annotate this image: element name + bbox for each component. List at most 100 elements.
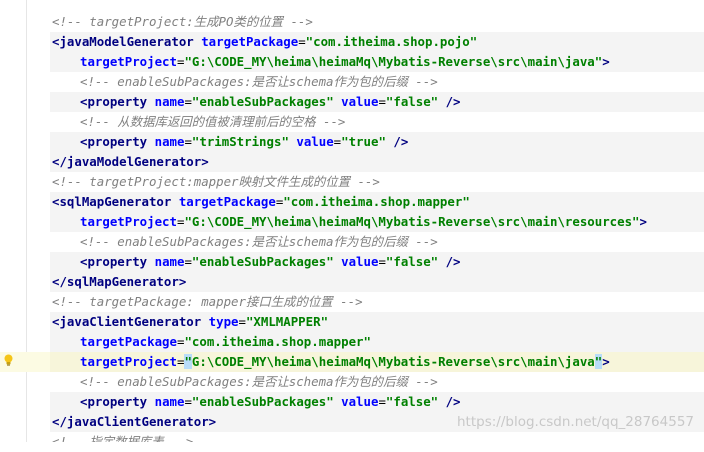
code-token: type: [208, 314, 239, 329]
code-token: =: [184, 394, 192, 409]
code-line-text: targetProject="G:\CODE_MY\heima\heimaMq\…: [80, 212, 647, 232]
code-line-text: <!-- 从数据库返回的值被清理前后的空格 -->: [80, 112, 345, 132]
code-line[interactable]: </javaModelGenerator>: [0, 152, 704, 172]
code-line-text: <!-- targetProject:生成PO类的位置 -->: [52, 12, 313, 32]
code-token: value: [341, 394, 379, 409]
code-token: <!-- enableSubPackages:是否让schema作为包的后缀 -…: [80, 374, 438, 389]
code-line-text: <property name="enableSubPackages" value…: [80, 252, 461, 272]
code-token: "enableSubPackages": [191, 94, 342, 109]
code-line[interactable]: targetProject="G:\CODE_MY\heima\heimaMq\…: [0, 52, 704, 72]
code-token: =: [298, 34, 306, 49]
code-token: "false": [385, 394, 446, 409]
code-token: <javaModelGenerator: [52, 34, 202, 49]
code-token: targetPackage: [201, 34, 299, 49]
code-line-text: <property name="enableSubPackages" value…: [80, 92, 461, 112]
code-lines[interactable]: <!-- targetProject:生成PO类的位置 --> <javaMode…: [0, 12, 704, 452]
code-token: =: [184, 254, 192, 269]
code-line-text: <javaModelGenerator targetPackage="com.i…: [52, 32, 477, 52]
watermark: https://blog.csdn.net/qq_28764557: [456, 414, 694, 430]
code-line[interactable]: targetPackage="com.itheima.shop.mapper": [0, 332, 704, 352]
lightbulb-icon[interactable]: [3, 354, 14, 366]
code-line[interactable]: <property name="enableSubPackages" value…: [0, 252, 704, 272]
code-line[interactable]: <!-- 指定数据库表 -->: [0, 432, 704, 442]
code-line[interactable]: <!-- enableSubPackages:是否让schema作为包的后缀 -…: [0, 72, 704, 92]
code-line-text: <!-- targetPackage: mapper接口生成的位置 -->: [52, 292, 363, 312]
code-token: value: [296, 134, 334, 149]
code-token: <javaClientGenerator: [52, 314, 209, 329]
code-token: <property: [80, 254, 155, 269]
code-token: >: [602, 54, 610, 69]
code-token: <property: [80, 394, 155, 409]
code-token: "false": [385, 94, 446, 109]
code-token: />: [393, 134, 409, 149]
code-token: =: [378, 394, 386, 409]
code-line[interactable]: <sqlMapGenerator targetPackage="com.ithe…: [0, 192, 704, 212]
code-line-text: <property name="enableSubPackages" value…: [80, 392, 461, 412]
code-token: <!-- enableSubPackages:是否让schema作为包的后缀 -…: [80, 74, 438, 89]
code-line[interactable]: targetProject="G:\CODE_MY\heima\heimaMq\…: [0, 212, 704, 232]
code-line[interactable]: <property name="trimStrings" value="true…: [0, 132, 704, 152]
code-line[interactable]: </sqlMapGenerator>: [0, 272, 704, 292]
code-token: </javaClientGenerator>: [52, 414, 217, 429]
code-line[interactable]: <javaModelGenerator targetPackage="com.i…: [0, 32, 704, 52]
code-line-text: </javaModelGenerator>: [52, 152, 209, 172]
code-token: "enableSubPackages": [191, 394, 342, 409]
code-token: <!-- targetProject:mapper映射文件生成的位置 -->: [52, 174, 380, 189]
code-token: "com.itheima.shop.mapper": [184, 334, 371, 349]
code-token: <!-- 从数据库返回的值被清理前后的空格 -->: [80, 114, 346, 129]
code-line-text: </javaClientGenerator>: [52, 412, 216, 432]
code-editor[interactable]: <!-- targetProject:生成PO类的位置 --> <javaMode…: [0, 0, 704, 442]
code-line[interactable]: <!-- enableSubPackages:是否让schema作为包的后缀 -…: [0, 232, 704, 252]
code-token: "true": [341, 134, 394, 149]
code-line-text: targetPackage="com.itheima.shop.mapper": [80, 332, 371, 352]
code-token: =: [238, 314, 246, 329]
code-line[interactable]: <property name="enableSubPackages" value…: [0, 92, 704, 112]
code-line-text: <javaClientGenerator type="XMLMAPPER": [52, 312, 328, 332]
code-token: <!-- targetProject:生成PO类的位置 -->: [52, 14, 313, 29]
code-token: />: [445, 394, 461, 409]
code-token: name: [154, 94, 185, 109]
code-token: value: [341, 94, 379, 109]
code-token: <!-- enableSubPackages:是否让schema作为包的后缀 -…: [80, 234, 438, 249]
code-token: "trimStrings": [191, 134, 297, 149]
code-token: "XMLMAPPER": [245, 314, 329, 329]
code-line[interactable]: <!-- targetProject:生成PO类的位置 -->: [0, 12, 704, 32]
code-line[interactable]: <!-- targetProject:mapper映射文件生成的位置 -->: [0, 172, 704, 192]
code-token: "enableSubPackages": [191, 254, 342, 269]
code-line[interactable]: <!-- 从数据库返回的值被清理前后的空格 -->: [0, 112, 704, 132]
code-token: <property: [80, 134, 155, 149]
code-line-text: <!-- targetProject:mapper映射文件生成的位置 -->: [52, 172, 380, 192]
code-line[interactable]: targetProject="G:\CODE_MY\heima\heimaMq\…: [0, 352, 704, 372]
code-line-text: <property name="trimStrings" value="true…: [80, 132, 408, 152]
code-token: G:\CODE_MY\heima\heimaMq\Mybatis-Reverse…: [191, 354, 595, 369]
code-line-text: targetProject="G:\CODE_MY\heima\heimaMq\…: [80, 352, 610, 372]
code-token: =: [184, 134, 192, 149]
code-line-text: <!-- 指定数据库表 -->: [52, 432, 193, 442]
code-token: "com.itheima.shop.mapper": [283, 194, 470, 209]
code-line[interactable]: <!-- targetPackage: mapper接口生成的位置 -->: [0, 292, 704, 312]
code-line-text: <!-- enableSubPackages:是否让schema作为包的后缀 -…: [80, 72, 438, 92]
code-token: targetProject: [80, 54, 177, 69]
code-token: "com.itheima.shop.pojo": [305, 34, 478, 49]
code-line-text: <!-- enableSubPackages:是否让schema作为包的后缀 -…: [80, 372, 438, 392]
code-token: />: [445, 94, 461, 109]
code-token: name: [154, 134, 185, 149]
code-token: targetPackage: [178, 194, 276, 209]
code-line-text: </sqlMapGenerator>: [52, 272, 186, 292]
code-token: <!-- targetPackage: mapper接口生成的位置 -->: [52, 294, 363, 309]
code-line-text: <sqlMapGenerator targetPackage="com.ithe…: [52, 192, 470, 212]
code-line[interactable]: <property name="enableSubPackages" value…: [0, 392, 704, 412]
code-token: "G:\CODE_MY\heima\heimaMq\Mybatis-Revers…: [184, 54, 603, 69]
code-token: </sqlMapGenerator>: [52, 274, 187, 289]
code-token: =: [378, 254, 386, 269]
code-line[interactable]: <javaClientGenerator type="XMLMAPPER": [0, 312, 704, 332]
code-token: name: [154, 254, 185, 269]
code-token: value: [341, 254, 379, 269]
code-token: targetProject: [80, 354, 177, 369]
code-token: targetProject: [80, 214, 177, 229]
code-token: "G:\CODE_MY\heima\heimaMq\Mybatis-Revers…: [184, 214, 640, 229]
code-line-text: targetProject="G:\CODE_MY\heima\heimaMq\…: [80, 52, 610, 72]
code-line[interactable]: <!-- enableSubPackages:是否让schema作为包的后缀 -…: [0, 372, 704, 392]
code-token: name: [154, 394, 185, 409]
code-token: =: [378, 94, 386, 109]
